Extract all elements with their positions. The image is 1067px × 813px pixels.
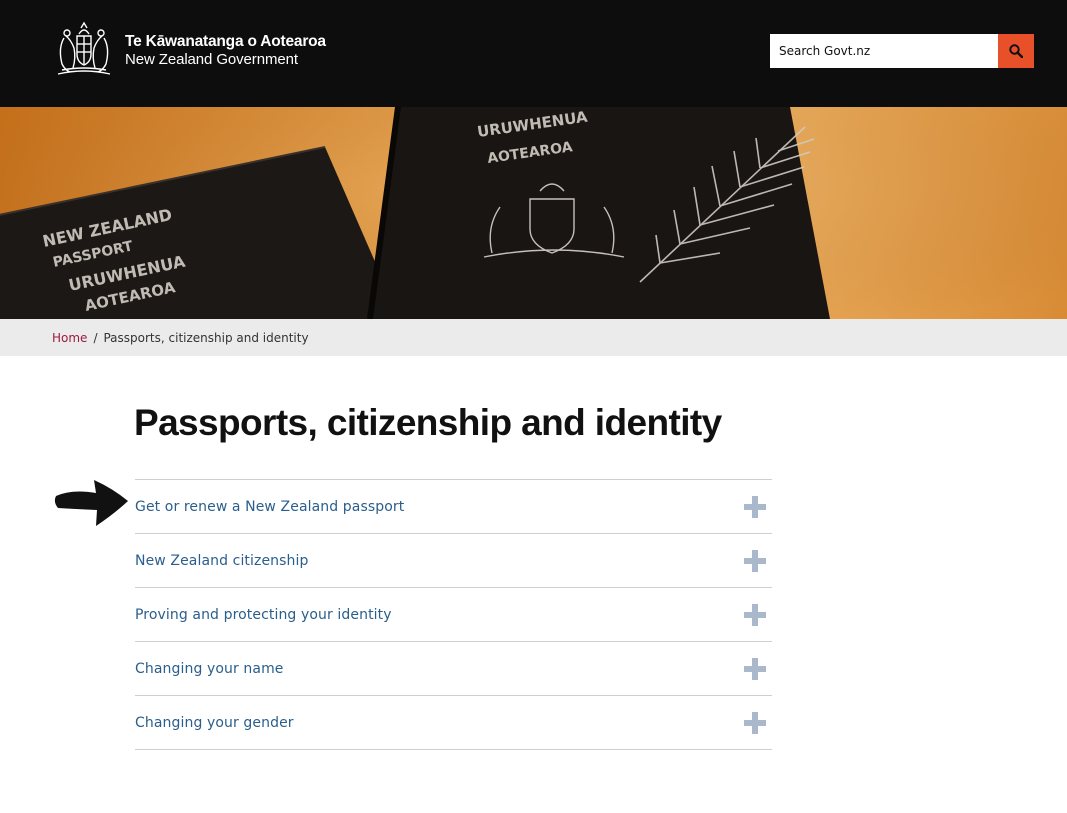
- breadcrumb-current: Passports, citizenship and identity: [103, 330, 309, 345]
- hero-image: URUWHENUA AOTEAROA NEW ZEALAND PASSPORT …: [0, 107, 1067, 319]
- accordion-item-citizenship[interactable]: New Zealand citizenship: [135, 534, 772, 588]
- plus-icon[interactable]: [744, 603, 766, 626]
- breadcrumb-separator: /: [93, 330, 98, 345]
- logo-maori-name: Te Kāwanatanga o Aotearoa: [125, 33, 326, 51]
- govt-logo[interactable]: Te Kāwanatanga o Aotearoa New Zealand Go…: [52, 20, 326, 80]
- plus-icon[interactable]: [744, 495, 766, 518]
- accordion-label[interactable]: Changing your name: [135, 661, 284, 677]
- logo-text: Te Kāwanatanga o Aotearoa New Zealand Go…: [125, 33, 326, 68]
- accordion-item-name-change[interactable]: Changing your name: [135, 642, 772, 696]
- site-header: Te Kāwanatanga o Aotearoa New Zealand Go…: [0, 0, 1067, 107]
- plus-icon[interactable]: [744, 657, 766, 680]
- accordion-item-identity[interactable]: Proving and protecting your identity: [135, 588, 772, 642]
- accordion-label[interactable]: Proving and protecting your identity: [135, 607, 392, 623]
- accordion-item-passport[interactable]: Get or renew a New Zealand passport: [135, 480, 772, 534]
- passports-photo: URUWHENUA AOTEAROA NEW ZEALAND PASSPORT …: [0, 107, 1067, 319]
- accordion-label[interactable]: New Zealand citizenship: [135, 553, 309, 569]
- arrow-right-icon: [54, 480, 128, 526]
- search-form: [770, 34, 1034, 68]
- search-button[interactable]: [998, 34, 1034, 68]
- search-icon: [1009, 44, 1023, 58]
- breadcrumb-home-link[interactable]: Home: [52, 331, 87, 345]
- logo-english-name: New Zealand Government: [125, 51, 298, 69]
- accordion-label[interactable]: Get or renew a New Zealand passport: [135, 499, 404, 515]
- accordion-item-gender-change[interactable]: Changing your gender: [135, 696, 772, 750]
- page-title: Passports, citizenship and identity: [134, 402, 722, 443]
- plus-icon[interactable]: [744, 549, 766, 572]
- accordion-label[interactable]: Changing your gender: [135, 715, 294, 731]
- coat-of-arms-icon: [57, 21, 111, 75]
- breadcrumb: Home / Passports, citizenship and identi…: [0, 319, 1067, 356]
- plus-icon[interactable]: [744, 711, 766, 734]
- search-input[interactable]: [770, 34, 998, 68]
- topic-accordion: Get or renew a New Zealand passport New …: [135, 479, 772, 750]
